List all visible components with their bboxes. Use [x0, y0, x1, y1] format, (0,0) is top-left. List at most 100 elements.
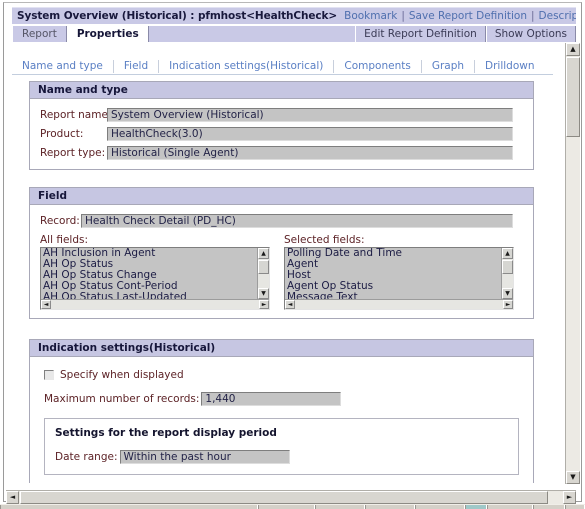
- page-vertical-scrollbar[interactable]: ▲ ▼: [565, 43, 580, 484]
- field-report-name-label: Report name:: [40, 108, 112, 121]
- nav-link-field[interactable]: Field: [114, 59, 158, 73]
- specify-when-displayed-row[interactable]: Specify when displayed: [44, 369, 519, 381]
- scrollbar-thumb[interactable]: [502, 260, 513, 274]
- taskbar-active-segment: [465, 505, 487, 509]
- scroll-left-icon[interactable]: ◄: [285, 300, 295, 309]
- scrollbar-thumb[interactable]: [566, 57, 580, 137]
- field-report-type-label: Report type:: [40, 146, 106, 159]
- display-period-box: Settings for the report display period D…: [44, 418, 519, 475]
- link-separator: |: [401, 10, 405, 22]
- section-nav: Name and type Field Indication settings(…: [12, 58, 553, 75]
- bookmark-link[interactable]: Bookmark: [344, 10, 397, 22]
- scroll-up-icon[interactable]: ▲: [258, 248, 269, 259]
- save-report-definition-link[interactable]: Save Report Definition: [409, 10, 527, 22]
- list-item[interactable]: AH Op Status Change: [43, 270, 257, 281]
- tab-report[interactable]: Report: [12, 26, 67, 42]
- nav-link-graph[interactable]: Graph: [422, 59, 474, 73]
- panel-name-and-type: Name and type Report name: System Overvi…: [29, 81, 534, 170]
- nav-link-drilldown[interactable]: Drilldown: [475, 59, 545, 73]
- nav-link-name-and-type[interactable]: Name and type: [12, 59, 113, 73]
- list-item[interactable]: Polling Date and Time: [287, 248, 501, 259]
- specify-when-displayed-checkbox[interactable]: [44, 370, 54, 380]
- taskbar-segment: [315, 505, 365, 509]
- selected-fields-items: Polling Date and Time Agent Host Agent O…: [285, 248, 501, 299]
- scroll-down-icon[interactable]: ▼: [502, 288, 513, 299]
- max-records-label: Maximum number of records:: [44, 392, 200, 405]
- titlebar-links: Bookmark | Save Report Definition | Desc…: [344, 10, 576, 22]
- taskbar-segment: [258, 505, 315, 509]
- field-product-value: HealthCheck(3.0): [107, 126, 513, 141]
- nav-link-indication-settings[interactable]: Indication settings(Historical): [159, 59, 333, 73]
- selected-fields-horizontal-scrollbar[interactable]: ◄ ►: [285, 299, 513, 309]
- list-item[interactable]: Agent: [287, 259, 501, 270]
- taskbar-segment: [533, 505, 565, 509]
- tab-spacer: [148, 26, 356, 42]
- list-item[interactable]: AH Op Status: [43, 259, 257, 270]
- field-product: Product: HealthCheck(3.0): [40, 125, 523, 142]
- list-item[interactable]: Message Text: [287, 292, 501, 299]
- desktop-taskbar: [0, 504, 585, 509]
- field-product-label: Product:: [40, 127, 84, 140]
- field-record-value: Health Check Detail (PD_HC): [81, 213, 513, 228]
- scrollbar-thumb[interactable]: [258, 260, 269, 274]
- field-report-name-value: System Overview (Historical): [107, 107, 513, 122]
- all-fields-listbox[interactable]: AH Inclusion in Agent AH Op Status AH Op…: [40, 247, 270, 310]
- selected-fields-vertical-scrollbar[interactable]: ▲ ▼: [501, 248, 513, 299]
- list-item[interactable]: Host: [287, 270, 501, 281]
- field-lists-row: All fields: AH Inclusion in Agent AH Op …: [40, 234, 523, 310]
- scroll-left-icon[interactable]: ◄: [41, 300, 51, 309]
- scroll-right-icon[interactable]: ►: [259, 300, 269, 309]
- list-item[interactable]: AH Op Status Cont-Period: [43, 281, 257, 292]
- edit-report-definition-button[interactable]: Edit Report Definition: [355, 26, 486, 42]
- description-link[interactable]: Description: [539, 10, 576, 22]
- field-report-type-value: Historical (Single Agent): [107, 145, 513, 160]
- display-period-title: Settings for the report display period: [55, 427, 277, 439]
- date-range-label: Date range:: [55, 450, 118, 463]
- panel-name-and-type-body: Report name: System Overview (Historical…: [30, 99, 533, 169]
- panel-field-body: Record: Health Check Detail (PD_HC) All …: [30, 205, 533, 318]
- field-report-type: Report type: Historical (Single Agent): [40, 144, 523, 161]
- tab-strip: Report Properties Edit Report Definition…: [12, 26, 576, 42]
- date-range-value[interactable]: Within the past hour: [119, 449, 290, 464]
- scroll-up-icon[interactable]: ▲: [502, 248, 513, 259]
- scroll-left-icon[interactable]: ◄: [6, 491, 19, 504]
- nav-link-components[interactable]: Components: [334, 59, 420, 73]
- taskbar-segment: [487, 505, 533, 509]
- panel-name-and-type-heading: Name and type: [30, 82, 533, 99]
- list-item[interactable]: AH Op Status Last-Updated: [43, 292, 257, 299]
- field-record: Record: Health Check Detail (PD_HC): [40, 212, 523, 229]
- all-fields-label: All fields:: [40, 234, 89, 246]
- scroll-right-icon[interactable]: ►: [563, 491, 576, 504]
- scroll-right-icon[interactable]: ►: [503, 300, 513, 309]
- selected-fields-listbox[interactable]: Polling Date and Time Agent Host Agent O…: [284, 247, 514, 310]
- max-records-value[interactable]: 1,440: [201, 391, 342, 406]
- show-options-button[interactable]: Show Options: [485, 26, 576, 42]
- all-fields-horizontal-scrollbar[interactable]: ◄ ►: [41, 299, 269, 309]
- taskbar-segment: [565, 505, 585, 509]
- all-fields-items: AH Inclusion in Agent AH Op Status AH Op…: [41, 248, 257, 299]
- panel-field: Field Record: Health Check Detail (PD_HC…: [29, 187, 534, 319]
- list-item[interactable]: Agent Op Status: [287, 281, 501, 292]
- scroll-region: Name and type Report name: System Overvi…: [12, 77, 553, 483]
- taskbar-segment: [365, 505, 415, 509]
- scroll-down-icon[interactable]: ▼: [566, 471, 580, 484]
- link-separator: |: [530, 10, 535, 22]
- window-titlebar: System Overview (Historical) : pfmhost<H…: [12, 7, 576, 24]
- scroll-up-icon[interactable]: ▲: [566, 43, 580, 56]
- window-title: System Overview (Historical) : pfmhost<H…: [17, 10, 338, 22]
- panel-indication-settings-heading: Indication settings(Historical): [30, 340, 533, 357]
- scroll-down-icon[interactable]: ▼: [258, 288, 269, 299]
- selected-fields-group: Selected fields: Polling Date and Time A…: [284, 234, 514, 310]
- field-report-name: Report name: System Overview (Historical…: [40, 106, 523, 123]
- date-range-row: Date range: Within the past hour: [55, 448, 508, 465]
- tab-properties[interactable]: Properties: [66, 26, 149, 42]
- list-item[interactable]: AH Inclusion in Agent: [43, 248, 257, 259]
- all-fields-group: All fields: AH Inclusion in Agent AH Op …: [40, 234, 270, 310]
- all-fields-vertical-scrollbar[interactable]: ▲ ▼: [257, 248, 269, 299]
- panel-indication-settings: Indication settings(Historical) Specify …: [29, 339, 534, 483]
- selected-fields-label: Selected fields:: [284, 234, 365, 246]
- max-records-row: Maximum number of records: 1,440: [44, 390, 519, 407]
- scrollbar-thumb[interactable]: [20, 491, 548, 504]
- page-horizontal-scrollbar[interactable]: ◄ ►: [6, 490, 576, 504]
- application-window: System Overview (Historical) : pfmhost<H…: [0, 0, 585, 509]
